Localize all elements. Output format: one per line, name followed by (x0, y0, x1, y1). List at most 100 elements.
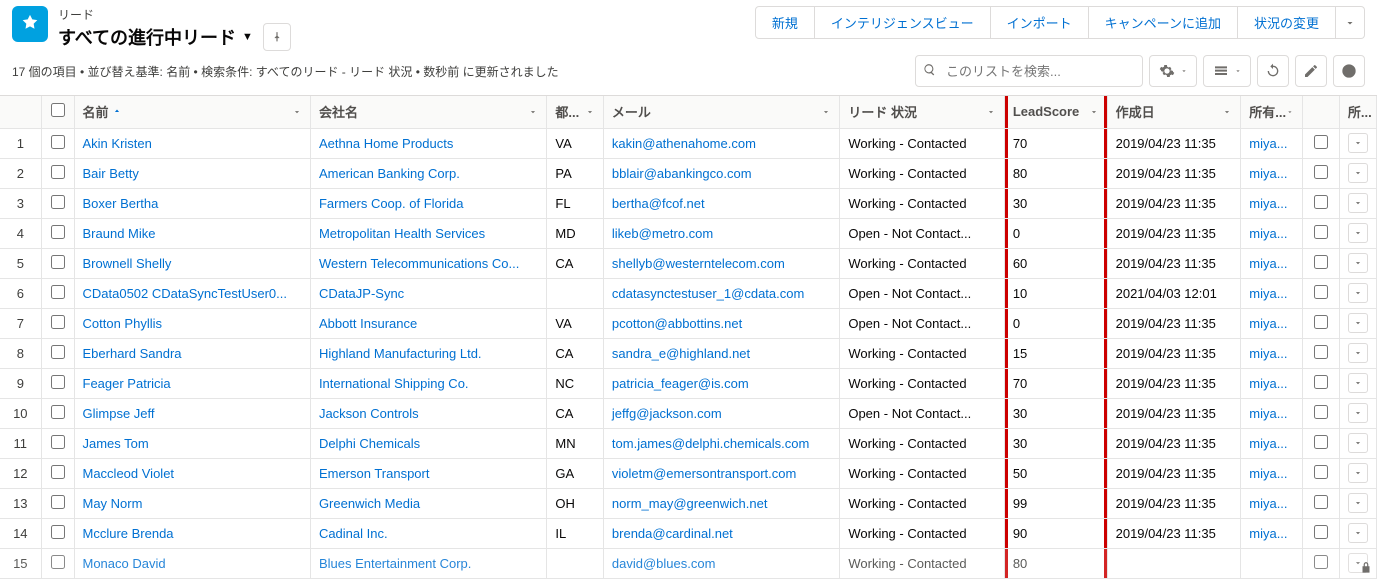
chevron-down-icon[interactable] (585, 107, 595, 117)
row-actions-button[interactable] (1348, 493, 1368, 513)
owner-link[interactable]: miya... (1249, 196, 1287, 211)
trail-checkbox[interactable] (1314, 465, 1328, 479)
import-button[interactable]: インポート (991, 6, 1089, 39)
display-as-button[interactable] (1203, 55, 1251, 87)
row-checkbox[interactable] (51, 315, 65, 329)
col-status[interactable]: リード 状況 (840, 96, 1004, 128)
lead-name-link[interactable]: Braund Mike (83, 226, 156, 241)
owner-link[interactable]: miya... (1249, 466, 1287, 481)
email-link[interactable]: cdatasynctestuser_1@cdata.com (612, 286, 804, 301)
more-actions-button[interactable] (1336, 6, 1365, 39)
trail-checkbox[interactable] (1314, 525, 1328, 539)
change-status-button[interactable]: 状況の変更 (1238, 6, 1336, 39)
company-link[interactable]: Farmers Coop. of Florida (319, 196, 464, 211)
row-actions-button[interactable] (1348, 373, 1368, 393)
chevron-down-icon[interactable] (1222, 107, 1232, 117)
email-link[interactable]: norm_may@greenwich.net (612, 496, 768, 511)
owner-link[interactable]: miya... (1249, 136, 1287, 151)
row-actions-button[interactable] (1348, 283, 1368, 303)
row-actions-button[interactable] (1348, 523, 1368, 543)
edit-button[interactable] (1295, 55, 1327, 87)
row-actions-button[interactable] (1348, 343, 1368, 363)
chart-button[interactable] (1333, 55, 1365, 87)
row-checkbox[interactable] (51, 555, 65, 569)
owner-link[interactable]: miya... (1249, 406, 1287, 421)
row-checkbox[interactable] (51, 285, 65, 299)
owner-link[interactable]: miya... (1249, 526, 1287, 541)
trail-checkbox[interactable] (1314, 315, 1328, 329)
lead-name-link[interactable]: Akin Kristen (83, 136, 152, 151)
owner-link[interactable]: miya... (1249, 256, 1287, 271)
row-actions-button[interactable] (1348, 403, 1368, 423)
list-view-title[interactable]: すべての進行中リード (58, 24, 236, 50)
row-actions-button[interactable] (1348, 223, 1368, 243)
trail-checkbox[interactable] (1314, 495, 1328, 509)
row-checkbox[interactable] (51, 135, 65, 149)
chevron-down-icon[interactable] (1286, 107, 1294, 117)
trail-checkbox[interactable] (1314, 165, 1328, 179)
list-view-dropdown-icon[interactable]: ▼ (242, 31, 253, 43)
owner-link[interactable]: miya... (1249, 226, 1287, 241)
lead-name-link[interactable]: Maccleod Violet (83, 466, 175, 481)
owner-link[interactable]: miya... (1249, 166, 1287, 181)
company-link[interactable]: Metropolitan Health Services (319, 226, 485, 241)
email-link[interactable]: tom.james@delphi.chemicals.com (612, 436, 809, 451)
col-state[interactable]: 都... (547, 96, 604, 128)
row-checkbox[interactable] (51, 225, 65, 239)
company-link[interactable]: Abbott Insurance (319, 316, 417, 331)
company-link[interactable]: Highland Manufacturing Ltd. (319, 346, 482, 361)
list-settings-button[interactable] (1149, 55, 1197, 87)
email-link[interactable]: patricia_feager@is.com (612, 376, 749, 391)
company-link[interactable]: Blues Entertainment Corp. (319, 556, 471, 571)
trail-checkbox[interactable] (1314, 225, 1328, 239)
refresh-button[interactable] (1257, 55, 1289, 87)
company-link[interactable]: Cadinal Inc. (319, 526, 388, 541)
row-actions-button[interactable] (1348, 133, 1368, 153)
trail-checkbox[interactable] (1314, 375, 1328, 389)
company-link[interactable]: Western Telecommunications Co... (319, 256, 519, 271)
row-actions-button[interactable] (1348, 313, 1368, 333)
row-checkbox[interactable] (51, 525, 65, 539)
email-link[interactable]: sandra_e@highland.net (612, 346, 750, 361)
row-checkbox[interactable] (51, 375, 65, 389)
owner-link[interactable]: miya... (1249, 316, 1287, 331)
owner-link[interactable]: miya... (1249, 376, 1287, 391)
chevron-down-icon[interactable] (821, 107, 831, 117)
row-checkbox[interactable] (51, 345, 65, 359)
email-link[interactable]: likeb@metro.com (612, 226, 713, 241)
row-checkbox[interactable] (51, 435, 65, 449)
email-link[interactable]: bblair@abankingco.com (612, 166, 752, 181)
company-link[interactable]: Jackson Controls (319, 406, 419, 421)
lead-name-link[interactable]: Glimpse Jeff (83, 406, 155, 421)
owner-link[interactable]: miya... (1249, 346, 1287, 361)
row-checkbox[interactable] (51, 255, 65, 269)
email-link[interactable]: david@blues.com (612, 556, 716, 571)
search-input[interactable] (915, 55, 1143, 87)
lead-name-link[interactable]: Eberhard Sandra (83, 346, 182, 361)
pin-button[interactable] (263, 23, 291, 51)
lead-name-link[interactable]: Cotton Phyllis (83, 316, 162, 331)
chevron-down-icon[interactable] (528, 107, 538, 117)
lead-name-link[interactable]: Boxer Bertha (83, 196, 159, 211)
col-leadscore[interactable]: LeadScore (1004, 96, 1107, 128)
company-link[interactable]: American Banking Corp. (319, 166, 460, 181)
new-button[interactable]: 新規 (755, 6, 815, 39)
col-created[interactable]: 作成日 (1107, 96, 1241, 128)
company-link[interactable]: Aethna Home Products (319, 136, 453, 151)
owner-link[interactable]: miya... (1249, 436, 1287, 451)
lead-name-link[interactable]: May Norm (83, 496, 143, 511)
company-link[interactable]: CDataJP-Sync (319, 286, 404, 301)
company-link[interactable]: Greenwich Media (319, 496, 420, 511)
row-actions-button[interactable] (1348, 163, 1368, 183)
row-checkbox[interactable] (51, 465, 65, 479)
trail-checkbox[interactable] (1314, 555, 1328, 569)
company-link[interactable]: International Shipping Co. (319, 376, 469, 391)
chevron-down-icon[interactable] (292, 107, 302, 117)
company-link[interactable]: Delphi Chemicals (319, 436, 420, 451)
col-trail2[interactable]: 所... (1339, 96, 1376, 128)
trail-checkbox[interactable] (1314, 135, 1328, 149)
lead-name-link[interactable]: James Tom (83, 436, 149, 451)
email-link[interactable]: kakin@athenahome.com (612, 136, 756, 151)
intelligence-view-button[interactable]: インテリジェンスビュー (815, 6, 991, 39)
add-to-campaign-button[interactable]: キャンペーンに追加 (1089, 6, 1238, 39)
